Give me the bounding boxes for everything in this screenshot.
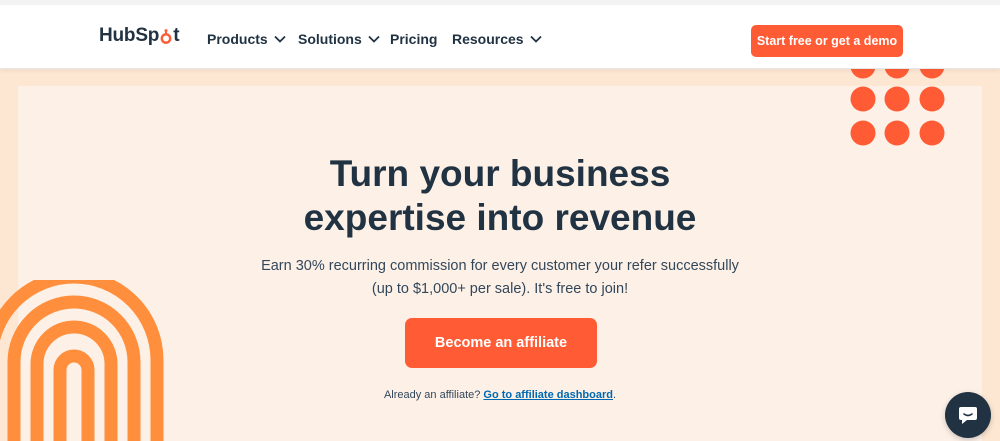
become-affiliate-button[interactable]: Become an affiliate bbox=[405, 318, 597, 368]
decorative-arches bbox=[0, 280, 164, 441]
nav-products[interactable]: Products bbox=[207, 31, 286, 47]
nav-resources[interactable]: Resources bbox=[452, 31, 542, 47]
chevron-down-icon bbox=[529, 35, 542, 43]
already-affiliate-line: Already an affiliate? Go to affiliate da… bbox=[200, 389, 800, 401]
sprocket-icon bbox=[160, 29, 172, 44]
start-free-demo-button[interactable]: Start free or get a demo bbox=[751, 25, 903, 57]
trailing-period: . bbox=[613, 389, 617, 401]
hubspot-logo[interactable]: HubSp t bbox=[99, 25, 180, 47]
chat-bubble-icon bbox=[959, 407, 977, 424]
hero-headline: Turn your business expertise into revenu… bbox=[200, 152, 800, 240]
nav-products-label: Products bbox=[207, 31, 268, 47]
subtext-line-2: (up to $1,000+ per sale). It's free to j… bbox=[371, 281, 629, 297]
nav-pricing-label: Pricing bbox=[390, 31, 438, 47]
subtext-line-1: Earn 30% recurring commission for every … bbox=[261, 258, 739, 274]
chevron-down-icon bbox=[368, 35, 380, 43]
hero-subtext: Earn 30% recurring commission for every … bbox=[200, 255, 800, 301]
top-navigation-bar: HubSp t Products Solutions Pricing Resou… bbox=[0, 5, 1000, 69]
logo-text-right: t bbox=[173, 25, 180, 46]
nav-solutions[interactable]: Solutions bbox=[298, 31, 380, 47]
already-affiliate-text: Already an affiliate? bbox=[383, 389, 481, 401]
chat-launcher-button[interactable] bbox=[945, 392, 991, 438]
headline-line-1: Turn your business bbox=[329, 153, 671, 194]
chevron-down-icon bbox=[274, 35, 286, 43]
nav-resources-label: Resources bbox=[452, 31, 524, 47]
affiliate-dashboard-link[interactable]: Go to affiliate dashboard bbox=[483, 389, 613, 401]
headline-line-2: expertise into revenue bbox=[303, 197, 697, 238]
logo-text-left: HubSp bbox=[99, 25, 160, 46]
nav-solutions-label: Solutions bbox=[298, 31, 362, 47]
nav-pricing[interactable]: Pricing bbox=[390, 31, 437, 47]
